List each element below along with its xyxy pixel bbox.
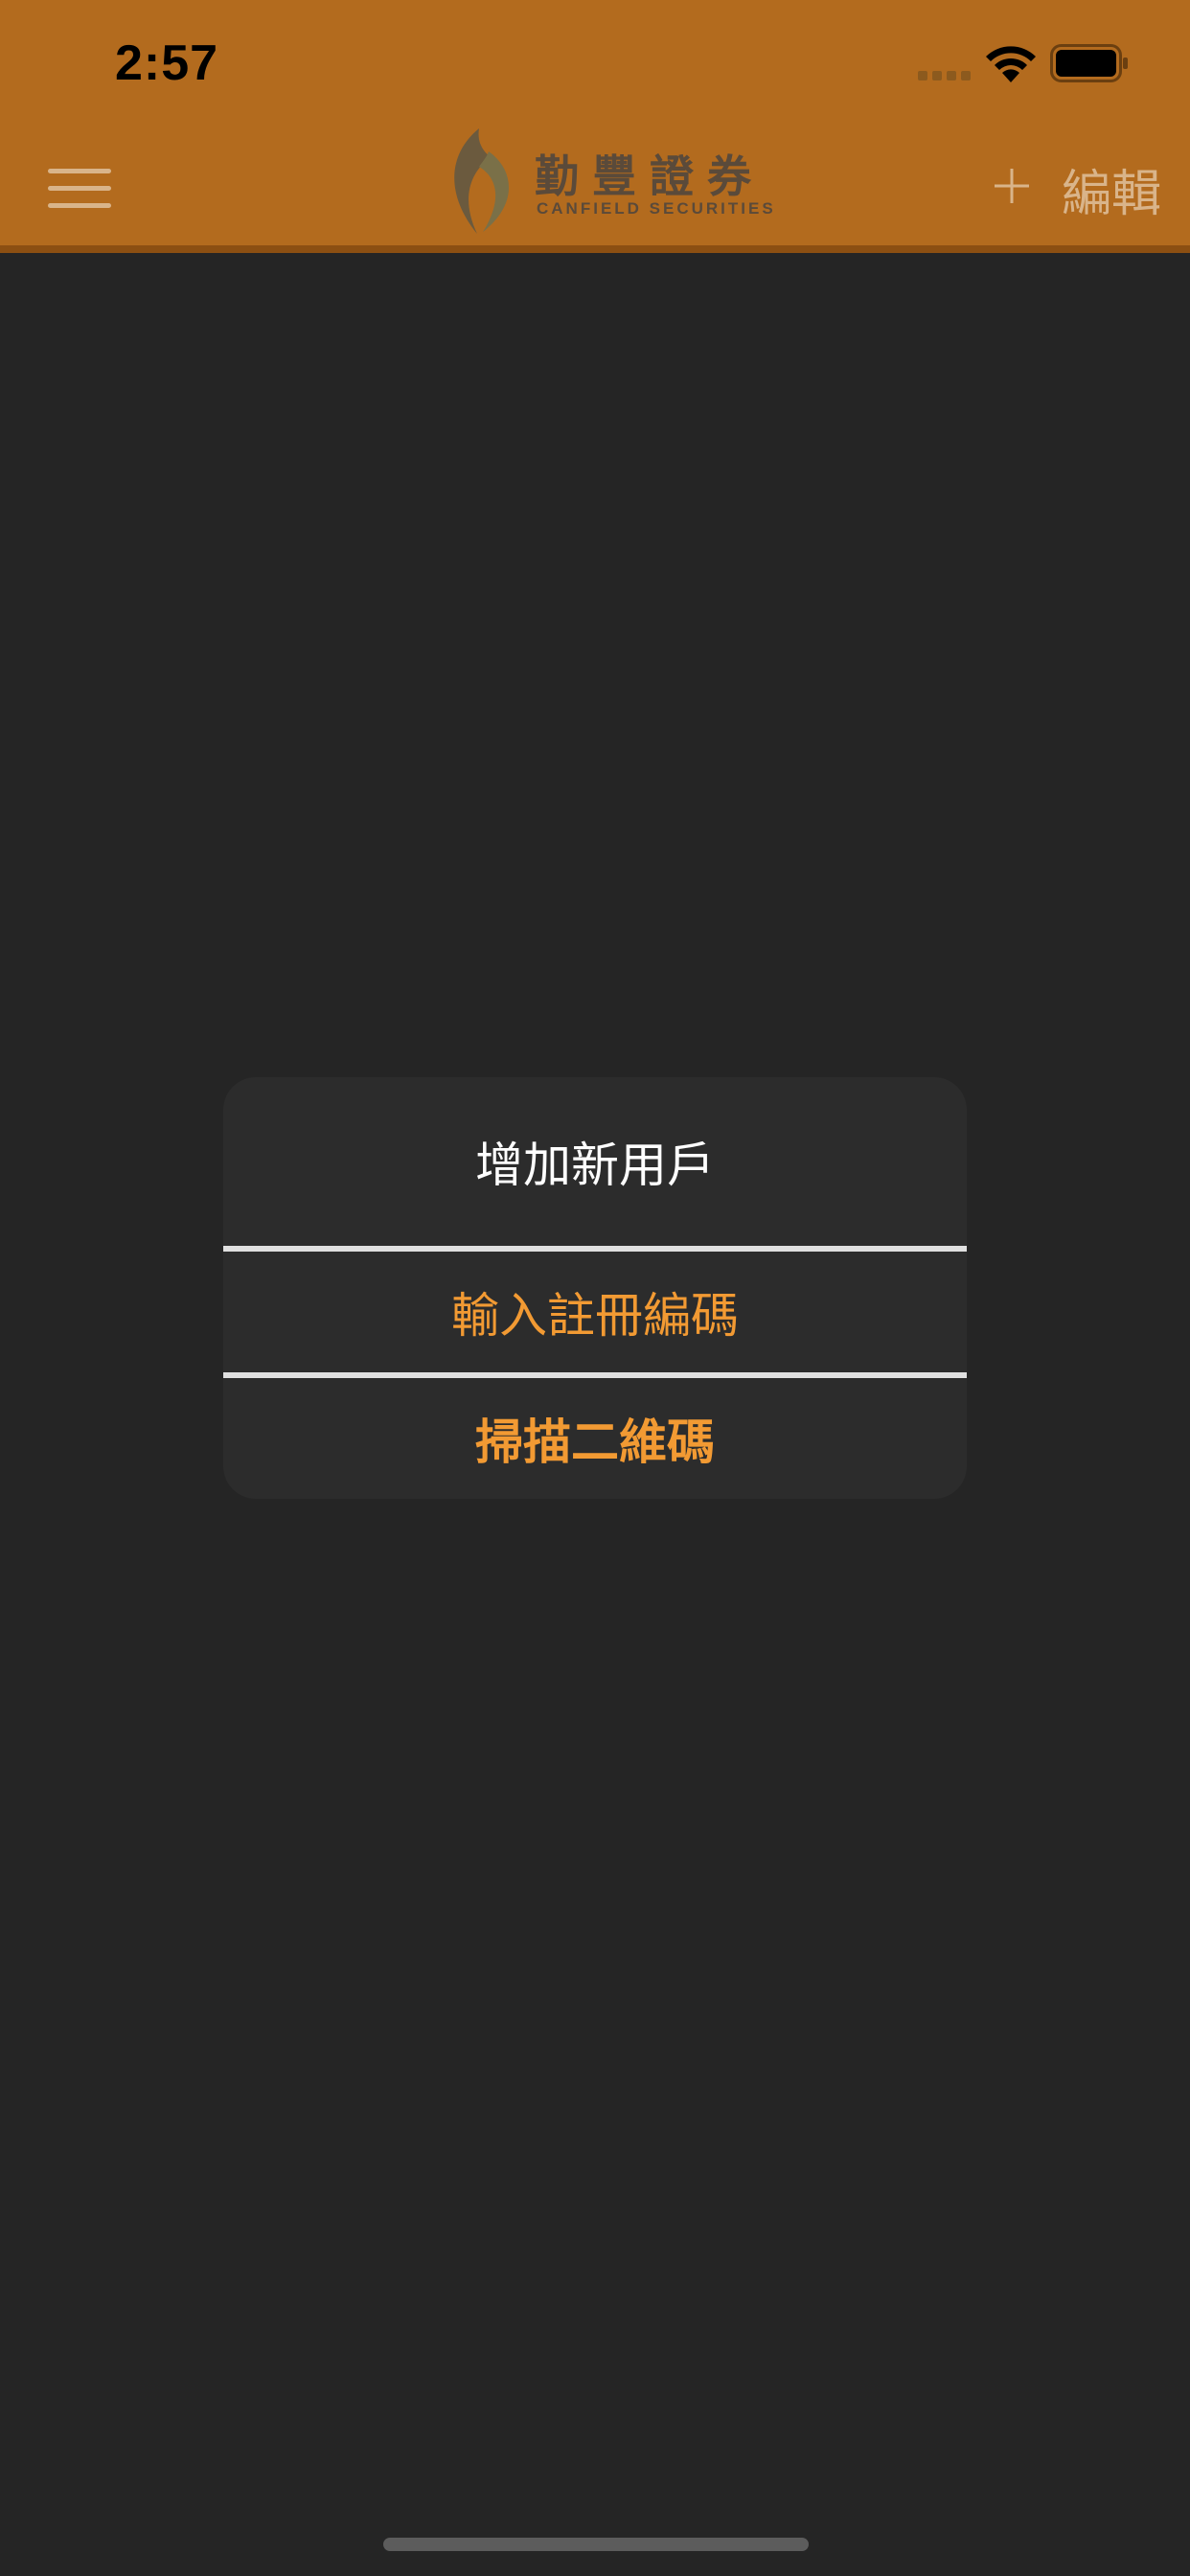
dialog-title: 增加新用戶 <box>475 1138 715 1193</box>
edit-button[interactable]: 編輯 <box>1062 153 1161 225</box>
wifi-icon <box>986 46 1036 82</box>
app-header: 2:57 勤豐證券 CANFIELD SECURITIES 編輯 <box>0 0 1190 251</box>
flame-logo-icon <box>454 128 510 234</box>
scan-qr-code-option[interactable]: 掃描二維碼 <box>223 1378 967 1499</box>
hamburger-menu-icon[interactable] <box>48 167 111 209</box>
status-time: 2:57 <box>115 35 219 91</box>
app-screen: 2:57 勤豐證券 CANFIELD SECURITIES 編輯 增加新用戶 輸… <box>0 0 1190 2576</box>
logo-english-name: CANFIELD SECURITIES <box>537 199 776 218</box>
signal-icon <box>918 71 971 80</box>
logo-chinese-name: 勤豐證券 <box>535 150 765 202</box>
header-divider <box>0 245 1190 253</box>
battery-icon <box>1050 44 1128 82</box>
add-user-action-sheet: 增加新用戶 輸入註冊編碼 掃描二維碼 <box>223 1077 967 1499</box>
canfield-logo: 勤豐證券 CANFIELD SECURITIES <box>435 125 773 240</box>
enter-registration-code-option[interactable]: 輸入註冊編碼 <box>223 1252 967 1372</box>
plus-icon[interactable] <box>993 167 1031 205</box>
home-indicator[interactable] <box>383 2538 809 2551</box>
